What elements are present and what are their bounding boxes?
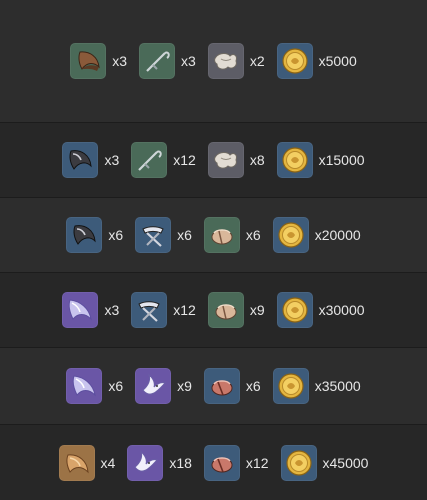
- mora-coin-icon: [280, 444, 317, 481]
- material-quantity: x18: [169, 454, 192, 471]
- material-quantity: x3: [104, 302, 120, 318]
- material-cost: x6: [203, 217, 273, 253]
- ascension-row-6: x4 x18 x12 x45000: [0, 424, 427, 500]
- brown-fang-icon: [70, 43, 107, 79]
- material-cost: x6: [203, 368, 273, 404]
- material-cost: x2: [207, 43, 277, 79]
- white-bird-icon: [127, 444, 164, 481]
- material-quantity: x5000: [318, 53, 357, 69]
- material-cost: x6: [66, 368, 135, 404]
- cloth-scrap-icon: [207, 142, 244, 178]
- hook-chain-icon: [139, 43, 176, 79]
- spirit-fang-icon: [62, 292, 99, 328]
- mora-coin-icon: [272, 368, 309, 404]
- material-quantity: x9: [177, 378, 192, 394]
- cloth-scrap-icon: [207, 43, 244, 79]
- material-cost: x5000: [276, 43, 357, 79]
- material-quantity: x45000: [322, 454, 369, 471]
- material-quantity: x20000: [314, 227, 361, 243]
- dark-fang-icon: [62, 142, 99, 178]
- crossed-blades-icon: [135, 217, 172, 253]
- material-cost: x15000: [276, 142, 365, 178]
- dark-fang-icon: [66, 217, 103, 253]
- material-quantity: x6: [245, 227, 261, 243]
- spirit-fang-icon: [66, 368, 103, 404]
- material-cost: x45000: [280, 444, 369, 481]
- material-quantity: x35000: [314, 378, 361, 394]
- red-bundle-icon: [203, 444, 240, 481]
- material-quantity: x3: [112, 53, 128, 69]
- material-cost: x30000: [276, 292, 365, 328]
- leather-bundle-icon: [207, 292, 244, 328]
- material-quantity: x30000: [318, 302, 365, 318]
- material-quantity: x15000: [318, 152, 365, 168]
- ascension-row-3: x6 x6 x6 x20000: [0, 197, 427, 272]
- material-cost: x8: [207, 142, 277, 178]
- ascension-materials-table: x3 x3 x2 x5000 x3 x12 x8 x15000 x6 x6 x6 x20000 x…: [0, 0, 427, 500]
- ascension-row-2: x3 x12 x8 x15000: [0, 122, 427, 197]
- material-quantity: x12: [173, 302, 196, 318]
- material-quantity: x6: [177, 227, 192, 243]
- material-quantity: x12: [173, 152, 196, 168]
- material-cost: x3: [70, 43, 139, 79]
- material-cost: x3: [62, 142, 131, 178]
- ascension-row-5: x6 x9 x6 x35000: [0, 347, 427, 424]
- material-quantity: x3: [104, 152, 120, 168]
- ascension-row-1: x3 x3 x2 x5000: [0, 0, 427, 122]
- mora-coin-icon: [276, 142, 313, 178]
- material-quantity: x6: [245, 378, 261, 394]
- material-cost: x3: [139, 43, 208, 79]
- white-bird-icon: [135, 368, 172, 404]
- material-cost: x9: [207, 292, 277, 328]
- material-quantity: x6: [108, 227, 124, 243]
- material-quantity: x6: [108, 378, 124, 394]
- material-cost: x3: [62, 292, 131, 328]
- ascension-row-4: x3 x12 x9 x30000: [0, 272, 427, 347]
- material-cost: x4: [58, 444, 128, 481]
- material-quantity: x8: [249, 152, 265, 168]
- material-quantity: x2: [249, 53, 265, 69]
- mora-coin-icon: [272, 217, 309, 253]
- material-cost: x12: [131, 142, 208, 178]
- crossed-blades-icon: [131, 292, 168, 328]
- material-quantity: x12: [245, 454, 269, 471]
- mora-coin-icon: [276, 292, 313, 328]
- material-cost: x35000: [272, 368, 361, 404]
- material-cost: x12: [203, 444, 281, 481]
- hook-chain-icon: [131, 142, 168, 178]
- material-quantity: x3: [181, 53, 196, 69]
- material-cost: x9: [135, 368, 204, 404]
- material-cost: x18: [127, 444, 204, 481]
- material-cost: x12: [131, 292, 208, 328]
- red-bundle-icon: [203, 368, 240, 404]
- leather-bundle-icon: [203, 217, 240, 253]
- material-cost: x6: [66, 217, 135, 253]
- material-quantity: x4: [100, 454, 116, 471]
- material-cost: x6: [135, 217, 204, 253]
- mora-coin-icon: [276, 43, 313, 79]
- golden-fang-icon: [58, 444, 95, 481]
- material-quantity: x9: [249, 302, 265, 318]
- material-cost: x20000: [272, 217, 361, 253]
